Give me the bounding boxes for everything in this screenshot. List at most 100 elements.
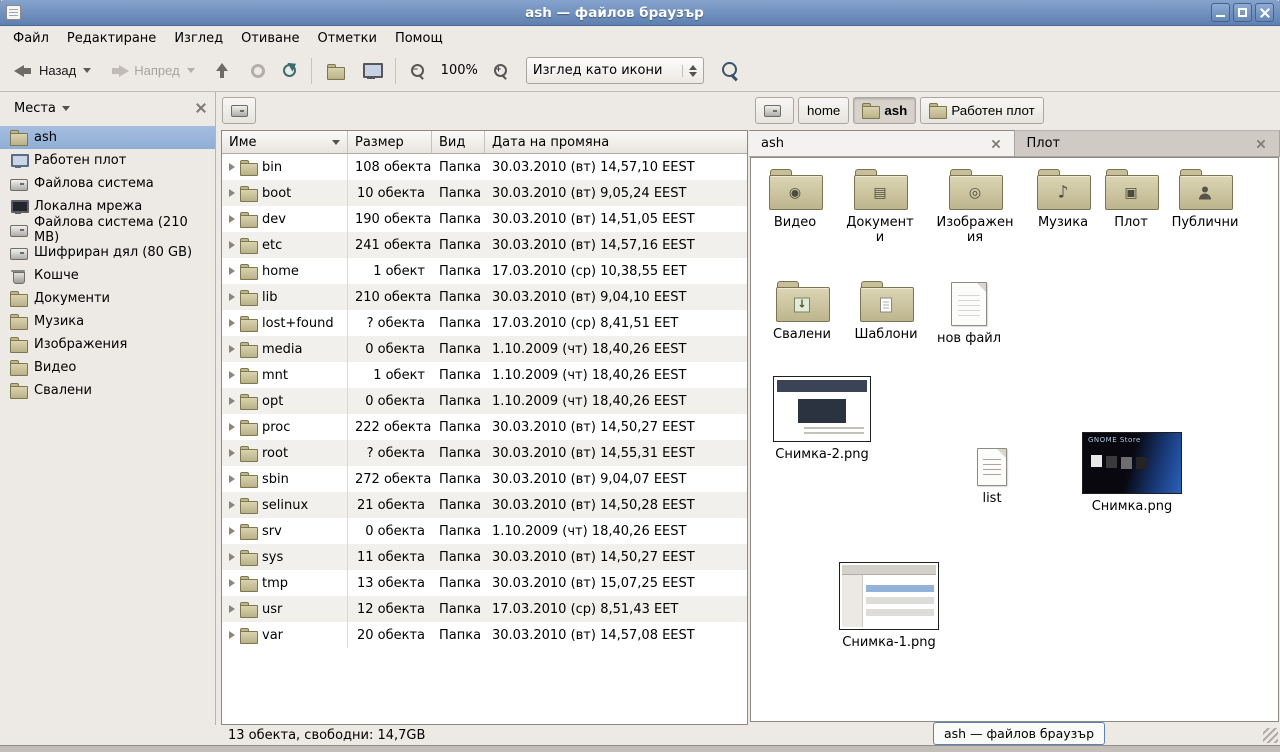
tab-close-icon[interactable] [990, 138, 1000, 148]
sidebar-place-item[interactable]: Видео [0, 356, 215, 379]
sidebar-place-item[interactable]: Изображения [0, 333, 215, 356]
path-button[interactable]: Работен плот [920, 97, 1043, 124]
sidebar-mode-select[interactable]: Места [8, 97, 76, 120]
sidebar-place-item[interactable]: Файлова система (210 MB) [0, 218, 215, 241]
expander-icon[interactable] [229, 397, 235, 405]
expander-icon[interactable] [229, 293, 235, 301]
search-button[interactable] [714, 57, 747, 84]
zoom-out-button[interactable]: − [403, 59, 433, 83]
forward-history-chevron-icon[interactable] [187, 68, 195, 73]
reload-button[interactable] [275, 59, 304, 82]
up-button[interactable] [205, 58, 241, 84]
folder-row[interactable]: tmp 13 обекта Папка 30.03.2010 (вт) 15,0… [222, 570, 747, 596]
file-icon-item[interactable]: Снимка.png [1079, 432, 1185, 514]
file-icon-item[interactable]: Публични [1167, 168, 1243, 230]
folder-row[interactable]: mnt 1 обект Папка 1.10.2009 (чт) 18,40,2… [222, 362, 747, 388]
expander-icon[interactable] [229, 319, 235, 327]
folder-row[interactable]: opt 0 обекта Папка 1.10.2009 (чт) 18,40,… [222, 388, 747, 414]
file-icon-item[interactable]: Свалени [766, 280, 838, 342]
file-icon-item[interactable]: Снимка-1.png [836, 562, 942, 650]
sidebar-place-item[interactable]: Свалени [0, 379, 215, 402]
close-button[interactable] [1255, 3, 1274, 22]
menu-item[interactable]: Помощ [386, 28, 452, 49]
file-icon-item[interactable]: Видео [759, 168, 831, 230]
sidebar-place-item[interactable]: Работен плот [0, 149, 215, 172]
titlebar[interactable]: ash — файлов браузър [0, 0, 1280, 26]
tab-close-icon[interactable] [1256, 138, 1266, 148]
folder-row[interactable]: home 1 обект Папка 17.03.2010 (ср) 10,38… [222, 258, 747, 284]
column-header-name[interactable]: Име [222, 131, 348, 154]
path-button[interactable]: home [798, 97, 849, 124]
folder-row[interactable]: media 0 обекта Папка 1.10.2009 (чт) 18,4… [222, 336, 747, 362]
menu-item[interactable]: Отметки [308, 28, 385, 49]
menu-item[interactable]: Редактиране [58, 28, 165, 49]
expander-icon[interactable] [229, 579, 235, 587]
folder-row[interactable]: etc 241 обекта Папка 30.03.2010 (вт) 14,… [222, 232, 747, 258]
folder-row[interactable]: sys 11 обекта Папка 30.03.2010 (вт) 14,5… [222, 544, 747, 570]
forward-button[interactable]: Напред [101, 58, 202, 84]
expander-icon[interactable] [229, 189, 235, 197]
folder-row[interactable]: bin 108 обекта Папка 30.03.2010 (вт) 14,… [222, 154, 747, 180]
folder-row[interactable]: proc 222 обекта Папка 30.03.2010 (вт) 14… [222, 414, 747, 440]
expander-icon[interactable] [229, 501, 235, 509]
folder-row[interactable]: sbin 272 обекта Папка 30.03.2010 (вт) 9,… [222, 466, 747, 492]
file-icon-item[interactable]: Снимка-2.png [769, 376, 875, 462]
sidebar-place-item[interactable]: Файлова система [0, 172, 215, 195]
expander-icon[interactable] [229, 423, 235, 431]
sidebar-place-item[interactable]: Шифриран дял (80 GB) [0, 241, 215, 264]
folder-row[interactable]: dev 190 обекта Папка 30.03.2010 (вт) 14,… [222, 206, 747, 232]
file-icon-item[interactable]: Документи [843, 168, 917, 245]
expander-icon[interactable] [229, 241, 235, 249]
sidebar-place-item[interactable]: ash [0, 126, 215, 149]
folder-row[interactable]: lost+found ? обекта Папка 17.03.2010 (ср… [222, 310, 747, 336]
folder-row[interactable]: lib 210 обекта Папка 30.03.2010 (вт) 9,0… [222, 284, 747, 310]
expander-icon[interactable] [229, 553, 235, 561]
expander-icon[interactable] [229, 449, 235, 457]
expander-icon[interactable] [229, 475, 235, 483]
tab[interactable]: ash [749, 130, 1015, 156]
folder-row[interactable]: selinux 21 обекта Папка 30.03.2010 (вт) … [222, 492, 747, 518]
folder-row[interactable]: var 20 обекта Папка 30.03.2010 (вт) 14,5… [222, 622, 747, 648]
resize-grip[interactable] [1263, 728, 1278, 743]
path-button[interactable]: ash [853, 97, 916, 124]
sidebar-place-item[interactable]: Документи [0, 287, 215, 310]
taskbar-window-button[interactable]: ash — файлов браузър [933, 722, 1105, 745]
expander-icon[interactable] [229, 527, 235, 535]
expander-icon[interactable] [229, 215, 235, 223]
maximize-button[interactable] [1233, 3, 1252, 22]
file-icon-item[interactable]: Музика [1029, 168, 1097, 230]
back-button[interactable]: Назад [6, 58, 99, 84]
stop-button[interactable] [243, 59, 273, 83]
view-mode-select[interactable]: Изглед като икони [526, 57, 704, 84]
back-history-chevron-icon[interactable] [83, 68, 91, 73]
file-icon-item[interactable]: Шаблони [850, 280, 922, 342]
expander-icon[interactable] [229, 345, 235, 353]
folder-row[interactable]: root ? обекта Папка 30.03.2010 (вт) 14,5… [222, 440, 747, 466]
menu-item[interactable]: Файл [4, 28, 58, 49]
expander-icon[interactable] [229, 267, 235, 275]
column-header-date[interactable]: Дата на промяна [485, 131, 747, 154]
zoom-in-button[interactable]: + [486, 59, 516, 83]
menu-item[interactable]: Изглед [165, 28, 232, 49]
expander-icon[interactable] [229, 631, 235, 639]
column-header-size[interactable]: Размер [348, 131, 432, 154]
sidebar-close-icon[interactable] [195, 102, 207, 114]
folder-row[interactable]: boot 10 обекта Папка 30.03.2010 (вт) 9,0… [222, 180, 747, 206]
file-icon-item[interactable]: нов файл [934, 282, 1004, 346]
sidebar-place-item[interactable]: Музика [0, 310, 215, 333]
path-button[interactable] [755, 97, 794, 124]
folder-row[interactable]: usr 12 обекта Папка 17.03.2010 (ср) 8,51… [222, 596, 747, 622]
icon-view[interactable]: Видео Документи Изображения [750, 157, 1279, 722]
column-header-type[interactable]: Вид [432, 131, 485, 154]
file-icon-item[interactable]: Изображения [935, 168, 1015, 245]
file-icon-item[interactable]: Плот [1100, 168, 1162, 230]
root-path-button[interactable] [222, 97, 256, 124]
computer-button[interactable] [354, 58, 388, 84]
sidebar-place-item[interactable]: Кошче [0, 264, 215, 287]
minimize-button[interactable] [1211, 3, 1230, 22]
folder-row[interactable]: srv 0 обекта Папка 1.10.2009 (чт) 18,40,… [222, 518, 747, 544]
menu-item[interactable]: Отиване [232, 28, 308, 49]
expander-icon[interactable] [229, 371, 235, 379]
expander-icon[interactable] [229, 163, 235, 171]
tab[interactable]: Плот [1015, 130, 1280, 156]
